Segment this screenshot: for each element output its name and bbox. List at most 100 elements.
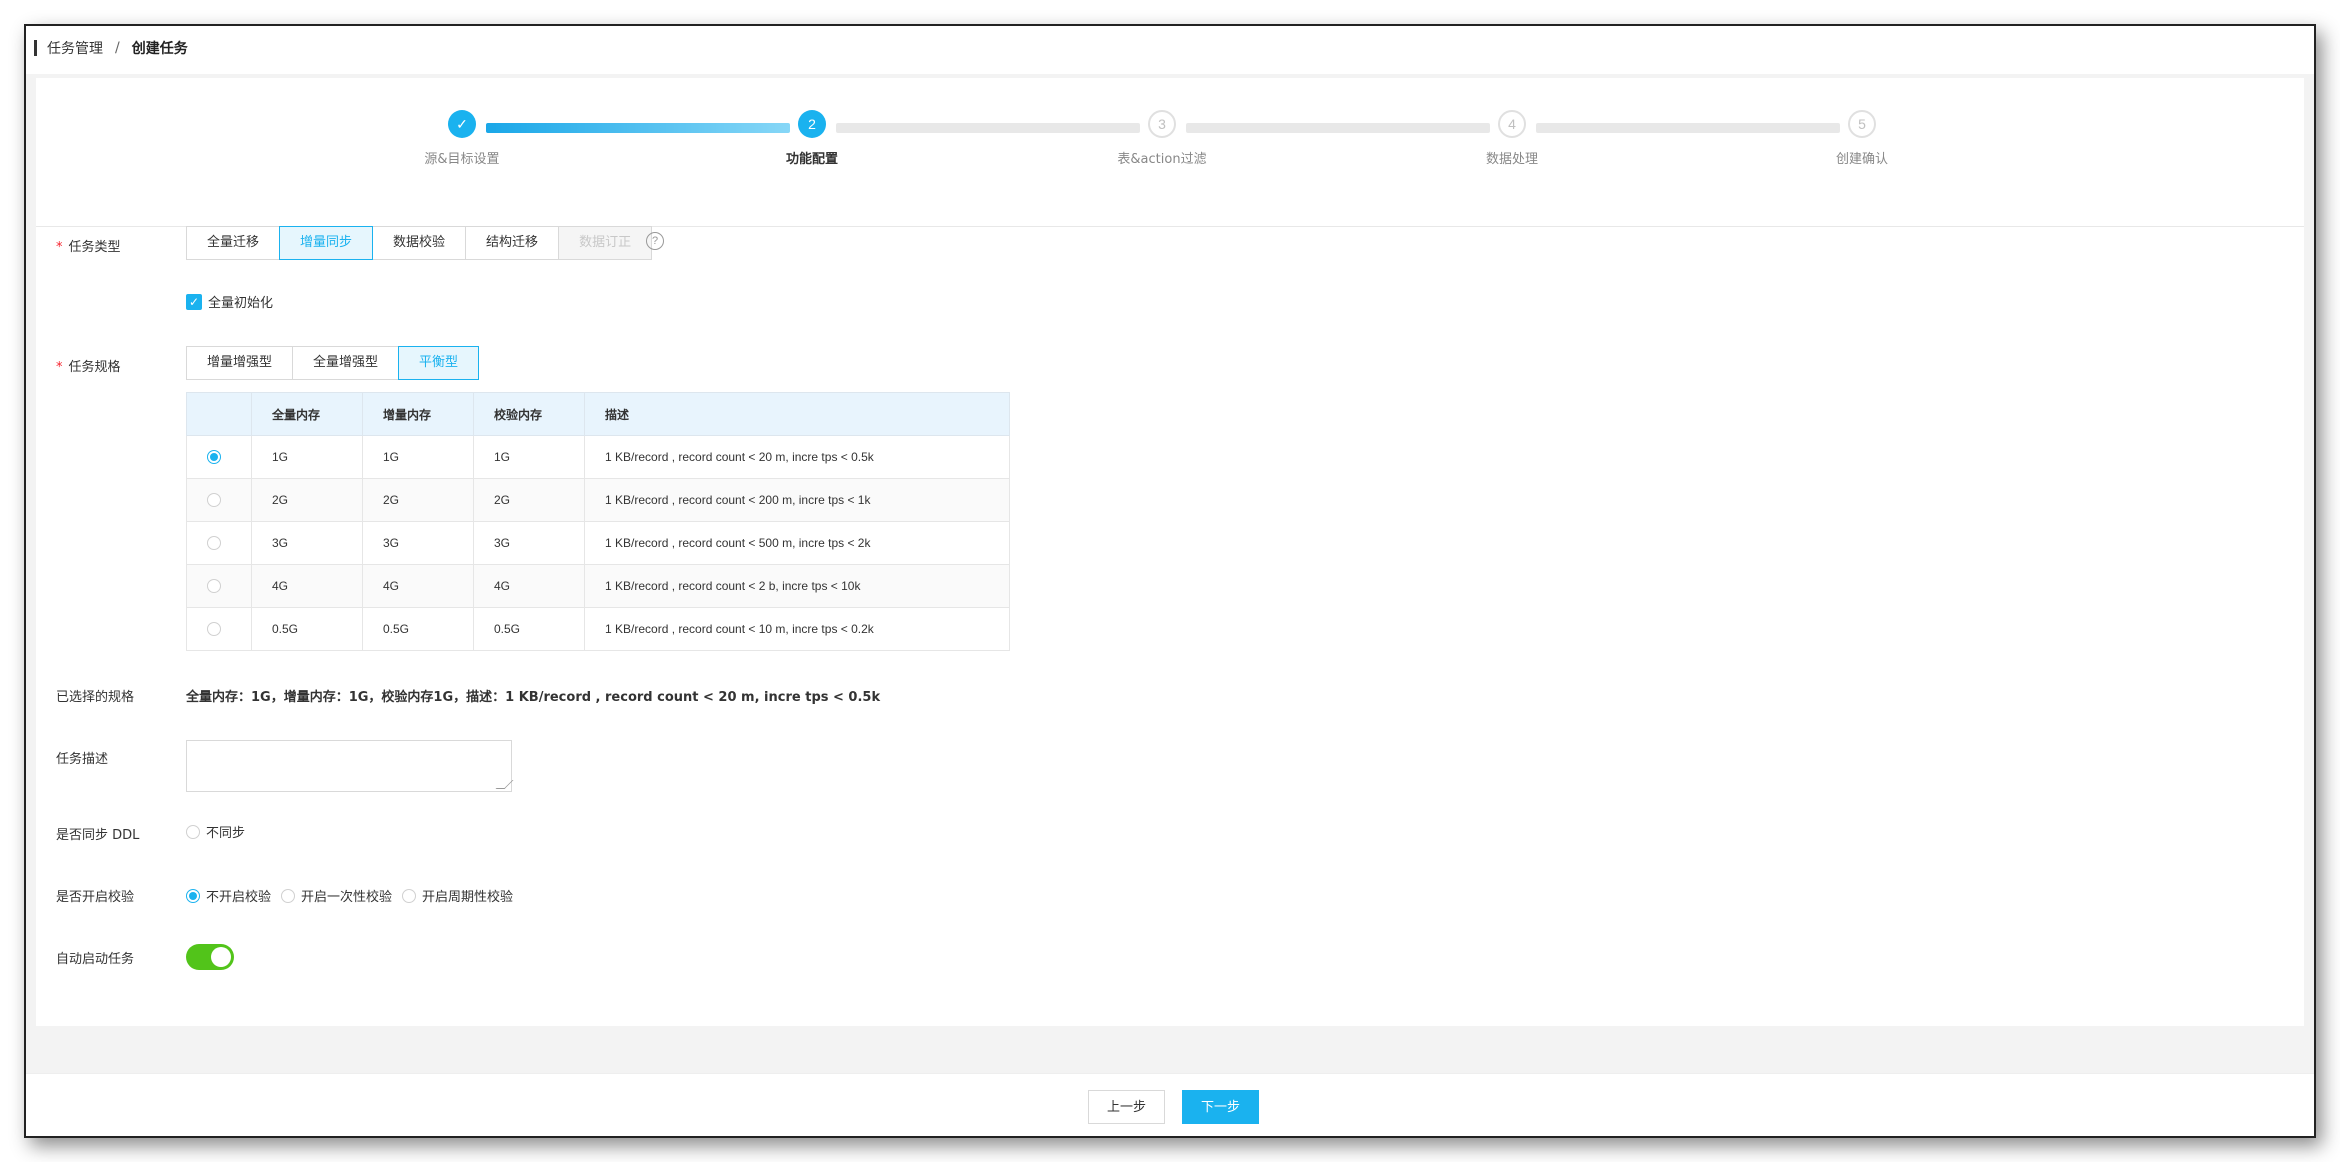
step-confirm[interactable]: 5 创建确认 — [1772, 110, 1952, 167]
radio-button[interactable] — [186, 888, 200, 903]
cell-full-mem: 0.5G — [251, 607, 363, 651]
verify-option-label: 开启一次性校验 — [301, 890, 393, 905]
cell-incr-mem: 4G — [362, 564, 474, 608]
next-step-button[interactable]: 下一步 — [1182, 1090, 1260, 1124]
task-desc-textarea[interactable] — [186, 740, 512, 792]
task-spec-label-text: 任务规格 — [68, 360, 121, 375]
footer-bar: 上一步 下一步 — [26, 1073, 2314, 1136]
cell-desc: 1 KB/record , record count < 500 m, incr… — [584, 521, 1010, 565]
table-row[interactable]: 0.5G 0.5G 0.5G 1 KB/record , record coun… — [186, 607, 1010, 651]
breadcrumb-current: 创建任务 — [131, 41, 188, 57]
table-row[interactable]: 1G 1G 1G 1 KB/record , record count < 20… — [186, 435, 1010, 479]
radio-button[interactable] — [281, 888, 296, 903]
breadcrumb-separator: / — [115, 40, 120, 56]
task-type-selector: 全量迁移 增量同步 数据校验 结构迁移 数据订正 — [186, 226, 653, 260]
row-radio[interactable] — [207, 493, 221, 508]
verify-option-label: 不开启校验 — [206, 890, 272, 905]
selected-spec-value: 全量内存：1G，增量内存：1G，校验内存1G，描述：1 KB/record , … — [186, 690, 881, 705]
cell-full-mem: 2G — [251, 478, 363, 522]
step-table-filter[interactable]: 3 表&action过滤 — [1072, 110, 1252, 167]
selected-spec-label: 已选择的规格 — [56, 690, 135, 705]
step-number: 3 — [1148, 110, 1176, 138]
cell-check-mem: 2G — [473, 478, 585, 522]
row-radio[interactable] — [207, 450, 221, 465]
task-type-label-text: 任务类型 — [68, 240, 121, 255]
auto-start-label: 自动启动任务 — [56, 952, 135, 967]
checkbox-checked-icon: ✓ — [186, 293, 202, 310]
step-label: 数据处理 — [1485, 152, 1538, 167]
app-window: 任务管理 / 创建任务 ✓ 源&目标设置 2 功能配置 3 表&action过滤 — [24, 24, 2316, 1138]
auto-start-toggle[interactable] — [186, 944, 234, 970]
cell-full-mem: 3G — [251, 521, 363, 565]
required-mark: * — [56, 360, 63, 375]
full-init-label: 全量初始化 — [208, 296, 274, 311]
form-card: ✓ 源&目标设置 2 功能配置 3 表&action过滤 4 数据处理 5 创建… — [36, 78, 2304, 1026]
step-label: 表&action过滤 — [1117, 152, 1207, 167]
cell-full-mem: 1G — [251, 435, 363, 479]
step-number: 5 — [1848, 110, 1876, 138]
step-feature-config[interactable]: 2 功能配置 — [722, 110, 902, 167]
task-type-incremental-sync[interactable]: 增量同步 — [279, 226, 374, 260]
spec-incremental-enhanced[interactable]: 增量增强型 — [186, 346, 294, 380]
cell-desc: 1 KB/record , record count < 20 m, incre… — [584, 435, 1010, 479]
cell-check-mem: 0.5G — [473, 607, 585, 651]
full-init-checkbox[interactable]: ✓ 全量初始化 — [186, 292, 273, 311]
cell-incr-mem: 1G — [362, 435, 474, 479]
row-radio[interactable] — [207, 622, 221, 637]
verify-option-off[interactable]: 不开启校验 — [186, 886, 271, 905]
step-label: 创建确认 — [1835, 152, 1888, 167]
row-select-cell — [186, 478, 252, 522]
cell-desc: 1 KB/record , record count < 2 b, incre … — [584, 564, 1010, 608]
cell-full-mem: 4G — [251, 564, 363, 608]
table-row[interactable]: 2G 2G 2G 1 KB/record , record count < 20… — [186, 478, 1010, 522]
task-spec-selector: 增量增强型 全量增强型 平衡型 — [186, 346, 480, 380]
help-icon[interactable]: ? — [646, 232, 664, 250]
column-header-incr-mem: 增量内存 — [362, 392, 474, 436]
step-progress: ✓ 源&目标设置 2 功能配置 3 表&action过滤 4 数据处理 5 创建… — [36, 78, 2304, 227]
spec-balanced[interactable]: 平衡型 — [398, 346, 480, 380]
required-mark: * — [56, 240, 63, 255]
step-number: 4 — [1498, 110, 1526, 138]
verify-options: 不开启校验 开启一次性校验 开启周期性校验 — [186, 886, 523, 905]
breadcrumb-parent[interactable]: 任务管理 — [47, 38, 103, 58]
column-header-desc: 描述 — [584, 392, 1010, 436]
cell-incr-mem: 0.5G — [362, 607, 474, 651]
row-radio[interactable] — [207, 536, 221, 551]
cell-incr-mem: 2G — [362, 478, 474, 522]
radio-button[interactable] — [186, 824, 200, 839]
step-number: 2 — [798, 110, 826, 138]
radio-button[interactable] — [402, 888, 417, 903]
task-type-full-migration[interactable]: 全量迁移 — [186, 226, 281, 260]
task-type-data-correction: 数据订正 — [558, 226, 653, 260]
row-select-cell — [186, 435, 252, 479]
row-select-cell — [186, 607, 252, 651]
prev-step-button[interactable]: 上一步 — [1088, 1090, 1166, 1124]
verify-option-once[interactable]: 开启一次性校验 — [281, 886, 392, 905]
sync-ddl-option-label: 不同步 — [206, 826, 246, 841]
step-label: 源&目标设置 — [424, 152, 500, 167]
sync-ddl-options: 不同步 — [186, 822, 255, 841]
row-select-cell — [186, 521, 252, 565]
cell-check-mem: 4G — [473, 564, 585, 608]
row-radio[interactable] — [207, 579, 221, 594]
task-desc-label: 任务描述 — [56, 752, 109, 767]
step-source-target[interactable]: ✓ 源&目标设置 — [372, 110, 552, 167]
column-header-full-mem: 全量内存 — [251, 392, 363, 436]
task-type-schema-migration[interactable]: 结构迁移 — [465, 226, 560, 260]
spec-table: 全量内存 增量内存 校验内存 描述 1G 1G 1G 1 KB/record ,… — [186, 392, 1010, 651]
breadcrumb: 任务管理 / 创建任务 — [34, 36, 188, 60]
table-row[interactable]: 3G 3G 3G 1 KB/record , record count < 50… — [186, 521, 1010, 565]
cell-desc: 1 KB/record , record count < 200 m, incr… — [584, 478, 1010, 522]
step-data-processing[interactable]: 4 数据处理 — [1422, 110, 1602, 167]
spec-full-enhanced[interactable]: 全量增强型 — [292, 346, 400, 380]
task-type-data-verify[interactable]: 数据校验 — [372, 226, 467, 260]
table-row[interactable]: 4G 4G 4G 1 KB/record , record count < 2 … — [186, 564, 1010, 608]
row-select-cell — [186, 564, 252, 608]
check-icon: ✓ — [448, 110, 476, 138]
verify-option-label: 开启周期性校验 — [422, 890, 514, 905]
sync-ddl-option[interactable]: 不同步 — [186, 822, 245, 841]
table-header-row: 全量内存 增量内存 校验内存 描述 — [186, 392, 1010, 436]
verify-option-periodic[interactable]: 开启周期性校验 — [402, 886, 513, 905]
column-header-check-mem: 校验内存 — [473, 392, 585, 436]
task-spec-label: * 任务规格 — [56, 356, 121, 375]
